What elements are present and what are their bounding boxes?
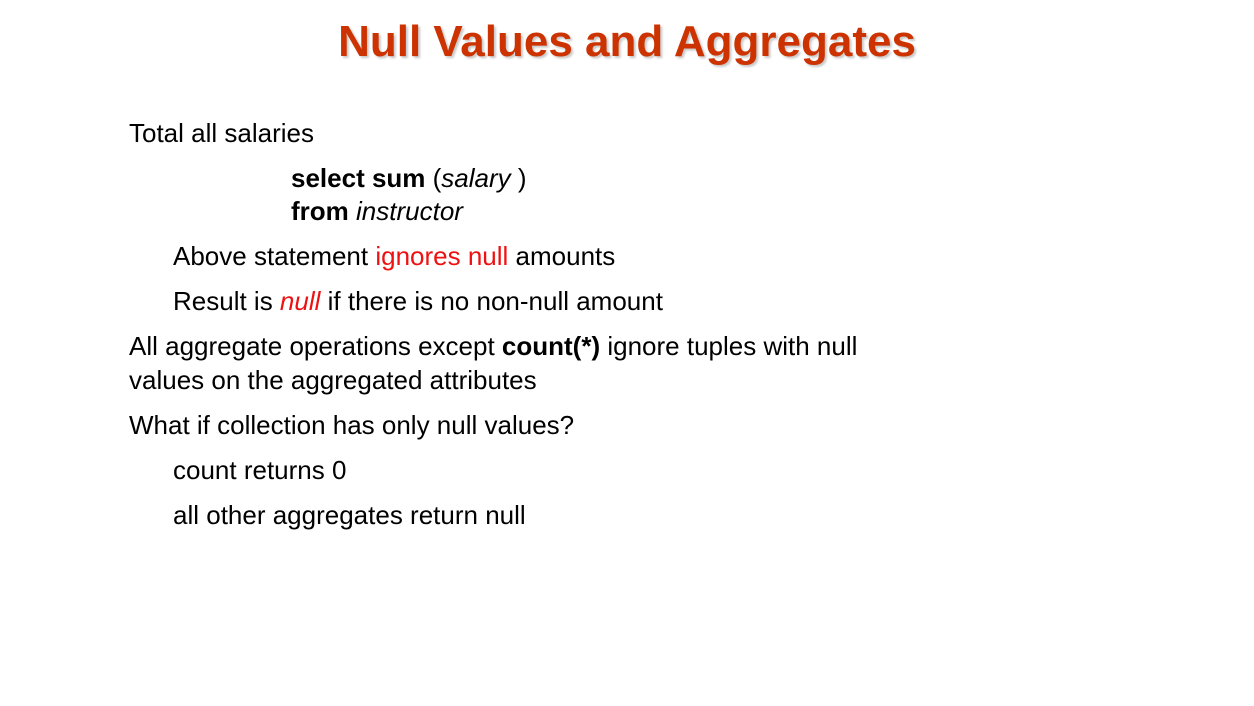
result-is-text: Result is bbox=[173, 286, 280, 316]
subbullet-count-returns: count returns 0 bbox=[173, 455, 347, 485]
bullet-total-all-salaries: Total all salaries bbox=[129, 118, 314, 148]
above-statement-text: Above statement bbox=[173, 241, 376, 271]
ignore-tuples-text: ignore tuples with null bbox=[600, 331, 858, 361]
subbullet-above-statement: Above statement ignores null amounts bbox=[173, 239, 615, 273]
amounts-text: amounts bbox=[508, 241, 616, 271]
from-keyword: from bbox=[291, 196, 349, 226]
bullet-all-aggregate-continued: values on the aggregated attributes bbox=[129, 365, 537, 395]
select-sum-keyword: select sum bbox=[291, 163, 426, 193]
bullet-all-aggregate: All aggregate operations except count(*)… bbox=[129, 329, 857, 363]
open-paren: ( bbox=[425, 163, 442, 193]
subbullet-all-other: all other aggregates return null bbox=[173, 500, 526, 530]
all-aggregate-text: All aggregate operations except bbox=[129, 331, 502, 361]
count-star-keyword: count(*) bbox=[501, 331, 601, 361]
query-from-line: from instructor bbox=[291, 194, 463, 228]
instructor-relation: instructor bbox=[356, 196, 463, 226]
close-paren: ) bbox=[510, 163, 527, 193]
salary-attribute: salary bbox=[441, 163, 511, 193]
ignores-null-highlight: ignores null bbox=[375, 241, 509, 271]
null-highlight: null bbox=[279, 286, 321, 316]
bullet-what-if: What if collection has only null values? bbox=[129, 410, 575, 440]
query-select-line: select sum (salary ) bbox=[291, 161, 527, 195]
slide-title: Null Values and Aggregates bbox=[338, 17, 916, 66]
non-null-text: if there is no non-null amount bbox=[320, 286, 663, 316]
subbullet-result-is: Result is null if there is no non-null a… bbox=[173, 284, 663, 318]
from-space bbox=[349, 196, 356, 226]
